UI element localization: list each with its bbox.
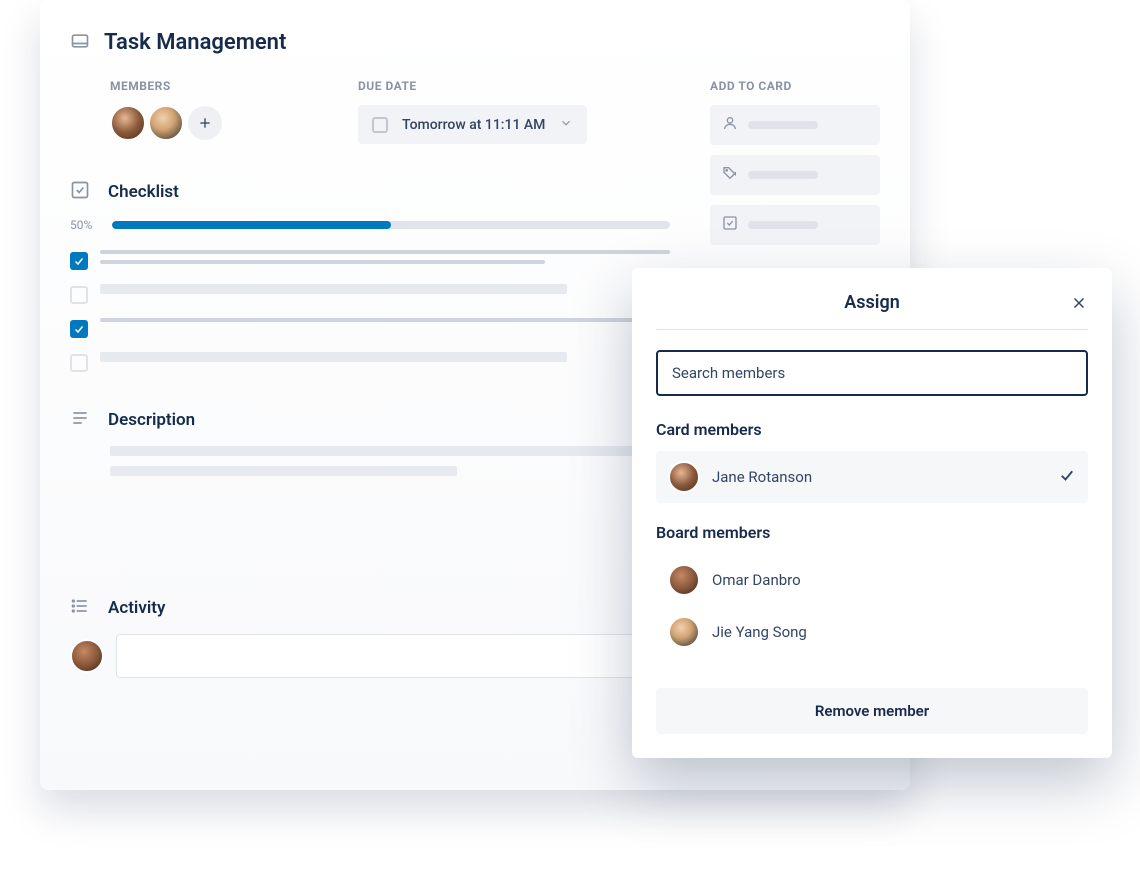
sidebar-add-members[interactable] (710, 105, 880, 145)
card-title: Task Management (104, 30, 286, 55)
due-date-text: Tomorrow at 11:11 AM (402, 117, 545, 133)
sidebar-placeholder (748, 171, 818, 179)
sidebar-placeholder (748, 221, 818, 229)
activity-comment-input[interactable] (116, 634, 670, 678)
checkbox-unchecked[interactable] (70, 354, 88, 372)
member-avatar (668, 461, 700, 493)
due-date-checkbox[interactable] (372, 117, 388, 133)
checkbox-unchecked[interactable] (70, 286, 88, 304)
member-name: Omar Danbro (712, 571, 1076, 589)
description-icon (70, 408, 94, 432)
activity-icon (70, 596, 94, 620)
checklist-header: Checklist (70, 180, 670, 204)
sidebar-placeholder (748, 121, 818, 129)
checklist-item-text (100, 352, 670, 362)
description-header: Description (70, 408, 670, 432)
card-icon (70, 31, 90, 55)
check-icon (1058, 466, 1076, 488)
checklist-item[interactable] (70, 352, 670, 372)
search-members-input[interactable] (656, 350, 1088, 396)
member-row[interactable]: Omar Danbro (656, 554, 1088, 606)
sidebar-add-checklist[interactable] (710, 205, 880, 245)
member-avatars (110, 105, 222, 141)
members-block: MEMBERS (110, 79, 222, 141)
due-date-pill[interactable]: Tomorrow at 11:11 AM (358, 105, 587, 144)
description-title: Description (108, 410, 195, 430)
member-row[interactable]: Jane Rotanson (656, 451, 1088, 503)
members-label: MEMBERS (110, 79, 222, 93)
remove-member-button[interactable]: Remove member (656, 688, 1088, 734)
description-placeholder[interactable] (110, 446, 670, 476)
checklist-item[interactable] (70, 284, 670, 304)
member-row[interactable]: Jie Yang Song (656, 606, 1088, 658)
progress-percent-label: 50% (70, 218, 102, 232)
card-members-section: Card members Jane Rotanson (656, 420, 1088, 503)
member-avatar (668, 564, 700, 596)
add-to-card-label: ADD TO CARD (710, 79, 880, 93)
checklist-item-text (100, 318, 670, 322)
member-avatar (668, 616, 700, 648)
member-name: Jane Rotanson (712, 468, 1046, 486)
checklist-icon (722, 215, 738, 235)
progress-fill (112, 221, 391, 229)
board-members-section: Board members Omar Danbro Jie Yang Song (656, 523, 1088, 658)
member-name: Jie Yang Song (712, 623, 1076, 641)
checklist-item-text (100, 250, 670, 264)
checkbox-checked[interactable] (70, 320, 88, 338)
checklist-item[interactable] (70, 318, 670, 338)
sidebar-add-labels[interactable] (710, 155, 880, 195)
member-avatar[interactable] (110, 105, 146, 141)
checkbox-checked[interactable] (70, 252, 88, 270)
checklist-icon (70, 180, 94, 204)
activity-header: Activity (70, 596, 670, 620)
checklist-title: Checklist (108, 182, 179, 202)
due-date-label: DUE DATE (358, 79, 587, 93)
popup-header: Assign (656, 292, 1088, 330)
card-members-label: Card members (656, 420, 1088, 439)
chevron-down-icon (559, 115, 573, 134)
tag-icon (722, 165, 738, 185)
person-icon (722, 115, 738, 135)
board-members-label: Board members (656, 523, 1088, 542)
checklist-progress: 50% (70, 218, 670, 232)
close-icon[interactable] (1070, 294, 1088, 316)
member-avatar[interactable] (148, 105, 184, 141)
card-header: Task Management (70, 30, 880, 55)
activity-title: Activity (108, 598, 165, 618)
due-date-block: DUE DATE Tomorrow at 11:11 AM (358, 79, 587, 144)
current-user-avatar (70, 639, 104, 673)
checklist-item-text (100, 284, 670, 294)
checklist-item[interactable] (70, 250, 670, 270)
assign-popup: Assign Card members Jane Rotanson Board … (632, 268, 1112, 758)
popup-title: Assign (844, 292, 900, 313)
add-member-button[interactable] (188, 106, 222, 140)
progress-bar (112, 221, 670, 229)
